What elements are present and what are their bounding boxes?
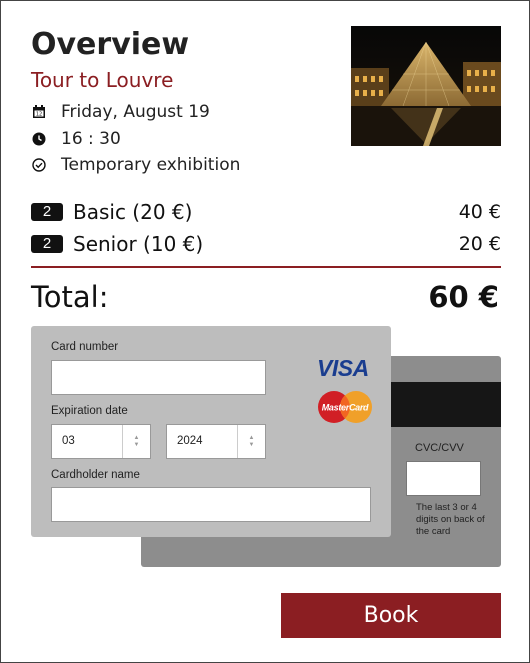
event-exhibition: Temporary exhibition [61, 155, 241, 175]
visa-logo: VISA [317, 355, 369, 381]
ticket-name: Basic (20 €) [73, 200, 193, 224]
stepper-icon[interactable]: ▲ ▼ [122, 425, 150, 458]
exp-month-select[interactable]: 03 ▲ ▼ [51, 424, 151, 459]
card-front: Card number Expiration date 03 ▲ ▼ 2024 ▲… [31, 326, 391, 537]
event-type-row: Temporary exhibition [31, 154, 240, 176]
event-date-row: 12 Friday, August 19 [31, 101, 210, 123]
check-circle-icon [31, 157, 47, 173]
checkout-panel: Overview Tour to Louvre 12 Friday, Augus… [0, 0, 530, 663]
mastercard-logo: MasterCard [317, 390, 373, 424]
ticket-price: 20 € [458, 233, 501, 255]
cvc-hint: The last 3 or 4 digits on back of the ca… [416, 502, 485, 537]
divider [31, 266, 501, 268]
clock-icon [31, 131, 47, 147]
cvc-label: CVC/CVV [415, 442, 464, 454]
cvc-input[interactable] [406, 461, 481, 496]
exp-year-select[interactable]: 2024 ▲ ▼ [166, 424, 266, 459]
ticket-price: 40 € [458, 201, 501, 223]
ticket-name: Senior (10 €) [73, 232, 204, 256]
book-button[interactable]: Book [281, 593, 501, 638]
page-title: Overview [31, 27, 190, 62]
svg-text:MasterCard: MasterCard [322, 403, 369, 413]
ticket-row-basic: 2 Basic (20 €) 40 € [31, 199, 501, 225]
event-time: 16 : 30 [61, 129, 121, 149]
total-label: Total: [31, 280, 109, 314]
total-value: 60 € [428, 280, 499, 314]
calendar-icon: 12 [31, 104, 47, 120]
event-date: Friday, August 19 [61, 102, 210, 122]
exp-year-value: 2024 [177, 435, 203, 447]
event-time-row: 16 : 30 [31, 128, 121, 150]
svg-text:12: 12 [36, 112, 42, 118]
ticket-quantity[interactable]: 2 [31, 235, 63, 253]
ticket-row-senior: 2 Senior (10 €) 20 € [31, 231, 501, 257]
exp-month-value: 03 [62, 435, 75, 447]
expiration-label: Expiration date [51, 405, 128, 417]
card-number-input[interactable] [51, 360, 266, 395]
tour-name: Tour to Louvre [31, 68, 174, 92]
cardholder-input[interactable] [51, 487, 371, 522]
stepper-icon[interactable]: ▲ ▼ [237, 425, 265, 458]
cardholder-label: Cardholder name [51, 469, 140, 481]
card-number-label: Card number [51, 341, 119, 353]
ticket-quantity[interactable]: 2 [31, 203, 63, 221]
louvre-photo [351, 26, 501, 146]
